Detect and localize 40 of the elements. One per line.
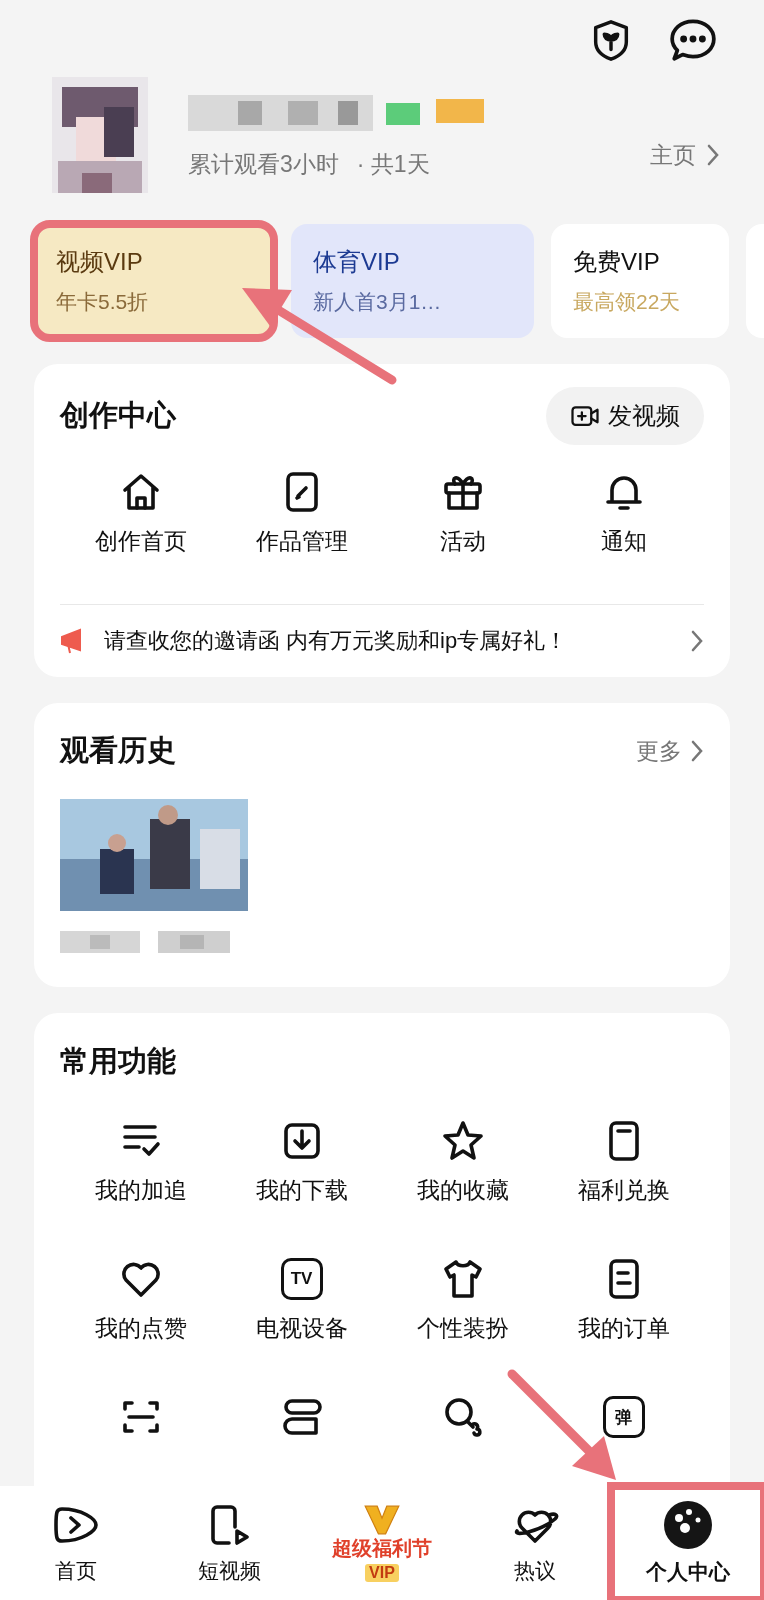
nav-tab[interactable]: 热议: [458, 1486, 612, 1600]
post-video-button[interactable]: 发视频: [546, 387, 704, 445]
shortcut-item[interactable]: 创作首页: [60, 468, 221, 604]
vip-offer: 新人首3月1…: [313, 289, 443, 315]
section-title: 创作中心: [60, 398, 176, 433]
vip-offer: 最高领22天: [573, 289, 682, 315]
vip-title: 视频VIP: [56, 247, 144, 277]
shortcut-item[interactable]: 活动: [382, 468, 543, 604]
v-logo-icon: [362, 1504, 402, 1535]
section-title: 常用功能: [60, 1044, 176, 1079]
icon-badge: 弹: [602, 1396, 645, 1438]
chevron-right-icon: [690, 739, 704, 763]
shortcut-item[interactable]: 我的收藏: [382, 1117, 543, 1255]
icon-badge: TV: [280, 1258, 323, 1300]
shortcut-item[interactable]: 个性装扮: [382, 1255, 543, 1393]
watch-time-text: 累计观看3小时: [188, 149, 339, 179]
promo-banner[interactable]: 超级福利节 VIP: [317, 1498, 447, 1588]
vip-card[interactable]: 体育VIP 新人首3月1…: [291, 224, 534, 338]
more-link[interactable]: 更多: [636, 735, 704, 767]
nav-tab[interactable]: 首页: [0, 1486, 153, 1600]
vip-card[interactable]: 免费VIP 最高领22天: [551, 224, 729, 338]
days-text: · 共1天: [356, 149, 430, 179]
invitation-notice[interactable]: 请查收您的邀请函 内有万元奖励和ip专属好礼！: [104, 626, 676, 656]
vip-offer: 年卡5.5折: [56, 289, 150, 315]
section-title: 观看历史: [60, 733, 176, 768]
shortcut-item[interactable]: 福利兑换: [543, 1117, 704, 1255]
nav-tab[interactable]: 个人中心: [611, 1486, 764, 1600]
home-link[interactable]: 主页: [650, 139, 720, 171]
nav-tab[interactable]: 短视频: [152, 1486, 306, 1600]
chevron-right-icon: [706, 143, 720, 167]
shortcut-item[interactable]: 我的加追: [60, 1117, 221, 1255]
shortcut-item[interactable]: 通知: [543, 468, 704, 604]
vip-title: 体育VIP: [313, 247, 401, 277]
shortcut-item[interactable]: 作品管理: [221, 468, 382, 604]
vip-title: 免费VIP: [573, 247, 661, 277]
shortcut-item[interactable]: 我的下载: [221, 1117, 382, 1255]
shortcut-item[interactable]: 我的点赞: [60, 1255, 221, 1393]
shortcut-item[interactable]: TV 电视设备: [221, 1255, 382, 1393]
chevron-right-icon: [690, 629, 704, 653]
shortcut-item[interactable]: 我的订单: [543, 1255, 704, 1393]
